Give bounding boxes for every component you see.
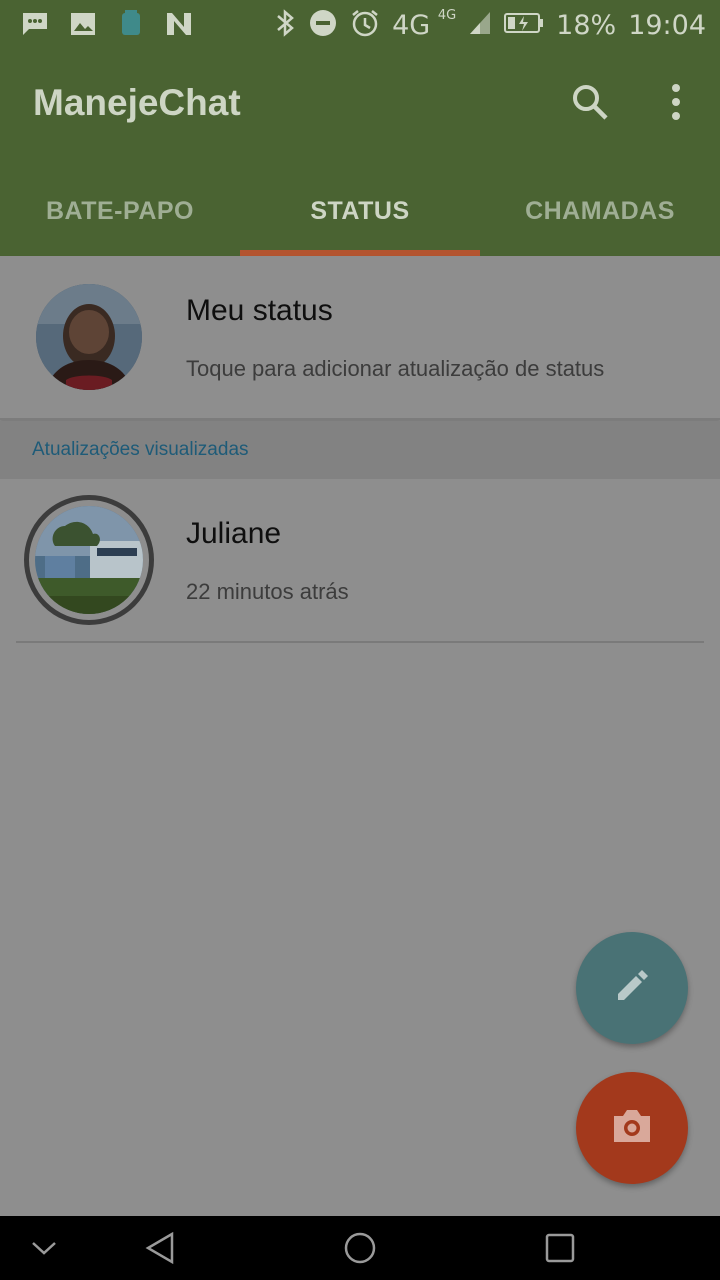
alarm-icon — [350, 8, 380, 43]
tab-bate-papo[interactable]: BATE-PAPO — [0, 178, 240, 256]
system-indicators: 4G 4G 18% 19:04 — [274, 6, 706, 44]
section-header: Atualizações visualizadas — [0, 421, 720, 479]
notification-icons — [20, 9, 194, 39]
more-vert-icon[interactable] — [654, 80, 698, 124]
status-ring — [24, 495, 154, 625]
search-icon[interactable] — [568, 80, 612, 124]
battery-percent: 18% — [556, 9, 617, 41]
my-status-row[interactable]: Meu status Toque para adicionar atualiza… — [0, 256, 720, 420]
camera-status-button[interactable] — [576, 1072, 688, 1184]
network-indicator: 4G 4G — [392, 7, 457, 41]
home-icon[interactable] — [338, 1226, 382, 1270]
list-item[interactable]: Juliane 22 minutos atrás — [0, 479, 720, 642]
my-status-name: Meu status — [186, 294, 333, 327]
recents-icon[interactable] — [538, 1226, 582, 1270]
n-logo-icon — [164, 9, 194, 39]
app-bar: ManejeChat BATE-PAPO STATUS CHAMADAS — [0, 50, 720, 256]
bluetooth-icon — [274, 8, 296, 43]
status-time: 22 minutos atrás — [186, 579, 349, 604]
image-icon — [68, 9, 98, 39]
tab-bar: BATE-PAPO STATUS CHAMADAS — [0, 178, 720, 256]
back-icon[interactable] — [138, 1226, 182, 1270]
avatar — [36, 284, 142, 390]
divider — [16, 641, 704, 643]
tab-status[interactable]: STATUS — [240, 178, 480, 256]
navigation-bar — [0, 1216, 720, 1280]
contact-name: Juliane — [186, 517, 282, 550]
edit-status-button[interactable] — [576, 932, 688, 1044]
camera-icon — [610, 1106, 654, 1151]
app-title: ManejeChat — [33, 82, 241, 123]
network-type: 4G — [392, 9, 431, 41]
do-not-disturb-icon — [308, 8, 338, 43]
network-type-small: 4G — [437, 7, 457, 23]
message-icon — [20, 9, 50, 39]
android-icon — [116, 9, 146, 39]
status-bar: 4G 4G 18% 19:04 — [0, 0, 720, 50]
chevron-down-icon[interactable] — [22, 1226, 66, 1270]
tab-chamadas[interactable]: CHAMADAS — [480, 178, 720, 256]
clock: 19:04 — [628, 9, 706, 41]
avatar — [35, 506, 143, 614]
pencil-icon — [612, 966, 652, 1011]
battery-icon — [504, 12, 544, 39]
section-label: Atualizações visualizadas — [32, 439, 249, 460]
signal-icon — [468, 10, 492, 41]
my-status-subtitle: Toque para adicionar atualização de stat… — [186, 356, 605, 381]
